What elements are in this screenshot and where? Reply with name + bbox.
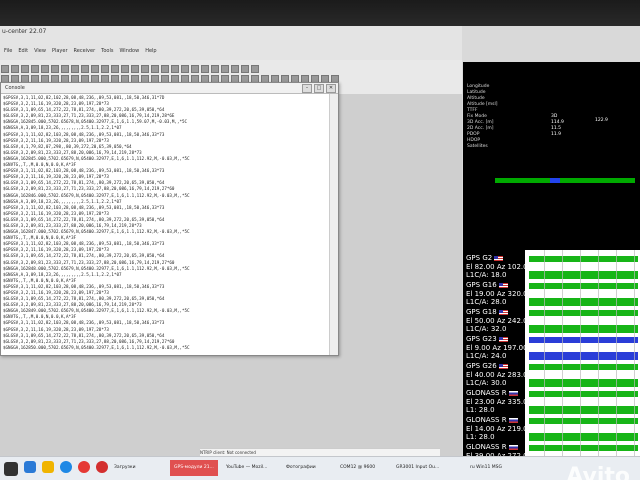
menu-edit[interactable]: Edit xyxy=(18,48,28,58)
ru-flag-icon xyxy=(508,417,518,423)
satellite-signal-text: L1: 28.0 xyxy=(466,406,495,414)
search-icon[interactable] xyxy=(24,461,36,473)
satellite-detail-text: El 14.00 Az 219.0 xyxy=(466,424,528,433)
avito-watermark: Avito xyxy=(566,464,630,480)
console-title-label: Console xyxy=(5,85,25,91)
extra-value: 122.9 xyxy=(595,118,608,123)
satellite-signal: L1C/A: 32.0 xyxy=(466,325,506,334)
satellite-name-text: GLONASS R xyxy=(466,443,507,451)
status-value: 11.9 xyxy=(551,132,562,137)
folder-icon[interactable] xyxy=(42,461,54,473)
menu-file[interactable]: File xyxy=(4,48,12,58)
satellite-name-text: GPS G26 xyxy=(466,362,497,370)
status-label: Altitude xyxy=(467,96,485,101)
status-label: 2D Acc. [m] xyxy=(467,126,494,131)
satellite-name-text: GPS G18 xyxy=(466,308,497,316)
menu-help[interactable]: Help xyxy=(145,48,156,58)
status-label: Altitude [msl] xyxy=(467,102,498,107)
console-scrollbar[interactable] xyxy=(329,94,338,355)
satellite-labels: GPS G2 El 82.00 Az 102.0 L1C/A: 18.0 GPS G1… xyxy=(463,250,528,480)
satellite-detail-text: El 50.00 Az 242.0 xyxy=(466,316,528,325)
satellite-name-text: GPS G23 xyxy=(466,335,497,343)
us-flag-icon xyxy=(498,363,508,369)
start-icon[interactable] xyxy=(4,462,18,476)
minimize-icon[interactable]: – xyxy=(302,84,312,93)
us-flag-icon xyxy=(498,282,508,288)
us-flag-icon xyxy=(498,309,508,315)
ucenter-app: u-center 22.07 File Edit View Player Rec… xyxy=(0,26,462,456)
satellite-signal: L1: 28.0 xyxy=(466,433,495,442)
status-label: PDOP xyxy=(467,132,480,137)
console-title: Console – □ ✕ xyxy=(1,83,338,94)
status-label: 3D Acc. [m] xyxy=(467,120,494,125)
menu-player[interactable]: Player xyxy=(52,48,68,58)
taskbar-com12[interactable]: COM12 @ 9600 xyxy=(340,460,375,476)
status-label: Fix Mode xyxy=(467,114,487,119)
console-line: $GNGGA,162850.000,5702.65679,N,05400.329… xyxy=(3,344,190,350)
satellite-name-text: GPS G16 xyxy=(466,281,497,289)
status-label: HDOP xyxy=(467,138,481,143)
menu-bar: File Edit View Player Receiver Tools Win… xyxy=(0,48,466,58)
satellite-detail-text: El 40.00 Az 283.0 xyxy=(466,370,528,379)
satellite-detail-text: El 82.00 Az 102.0 xyxy=(466,262,528,271)
satellite-signal-text: L1C/A: 28.0 xyxy=(466,298,507,306)
satellite-strength-bar xyxy=(495,178,635,183)
satellite-signal-text: L1: 28.0 xyxy=(466,433,495,441)
satellite-signal-text: L1C/A: 30.0 xyxy=(466,379,507,387)
satellite-signal: L1C/A: 18.0 xyxy=(466,271,506,280)
opera-icon[interactable] xyxy=(96,461,108,473)
satellite-name-text: GLONASS R xyxy=(466,389,507,397)
console-output: $GPGSV,3,1,11,02,82,102,28,08,48,236,,09… xyxy=(3,95,328,353)
menu-tools[interactable]: Tools xyxy=(101,48,113,58)
satellite-detail-text: El 19.00 Az 320.0 xyxy=(466,289,528,298)
status-label: Satellites xyxy=(467,144,488,149)
satellite-signal-text: L1C/A: 24.0 xyxy=(466,352,507,360)
us-flag-icon xyxy=(494,255,504,261)
status-row: Satellites xyxy=(467,144,488,150)
taskbar-gr3001[interactable]: GR3001 Input Ou... xyxy=(396,460,439,476)
ru-flag-icon xyxy=(508,390,518,396)
monitor-bezel xyxy=(0,0,640,28)
app-title: u-center 22.07 xyxy=(2,28,47,35)
close-icon[interactable]: ✕ xyxy=(326,84,336,93)
ru-flag-icon xyxy=(508,444,518,450)
taskbar-downloads[interactable]: Загрузки xyxy=(114,460,136,476)
satellite-signal-text: L1C/A: 18.0 xyxy=(466,271,507,279)
tray-text: ru Win11 MSG xyxy=(470,465,502,470)
status-label: TTFF xyxy=(467,108,478,113)
screen: u-center 22.07 File Edit View Player Rec… xyxy=(0,26,640,480)
status-panel: 122.9 Longitude Latitude Altitude Altitude … xyxy=(463,62,640,250)
edge-icon[interactable] xyxy=(60,461,72,473)
window-controls: – □ ✕ xyxy=(302,84,336,93)
satellite-name-text: GPS G2 xyxy=(466,254,493,262)
menu-receiver[interactable]: Receiver xyxy=(74,48,96,58)
menu-view[interactable]: View xyxy=(34,48,46,58)
satellite-signal: L1C/A: 30.0 xyxy=(466,379,506,388)
taskbar-youtube[interactable]: YouTube — Mozil... xyxy=(226,460,267,476)
us-flag-icon xyxy=(498,336,508,342)
taskbar: Загрузки GPS-модули 21... YouTube — Mozi… xyxy=(0,456,640,480)
status-label: Latitude xyxy=(467,90,486,95)
satellite-signal: L1: 28.0 xyxy=(466,406,495,415)
grid-lines xyxy=(527,250,640,480)
chrome-icon[interactable] xyxy=(78,461,90,473)
maximize-icon[interactable]: □ xyxy=(314,84,324,93)
satellite-signal: L1C/A: 24.0 xyxy=(466,352,506,361)
satellite-strength-bar-blue xyxy=(550,178,560,183)
satellite-signal-text: L1C/A: 32.0 xyxy=(466,325,507,333)
taskbar-photos[interactable]: Фотографии xyxy=(286,460,316,476)
console-window[interactable]: Console – □ ✕ $GPGSV,3,1,11,02,82,102,28… xyxy=(0,82,339,356)
ntrip-status: NTRIP client: Not connected xyxy=(200,450,256,455)
satellite-panel: GPS G2 El 82.00 Az 102.0 L1C/A: 18.0 GPS G1… xyxy=(463,250,640,480)
satellite-detail-text: El 9.00 Az 197.00 xyxy=(466,343,528,352)
taskbar-gps-modules[interactable]: GPS-модули 21... xyxy=(170,460,218,476)
menu-window[interactable]: Window xyxy=(119,48,139,58)
satellite-name-text: GLONASS R xyxy=(466,416,507,424)
status-label: Longitude xyxy=(467,84,490,89)
satellite-detail-text: El 23.00 Az 335.0 xyxy=(466,397,528,406)
satellite-signal: L1C/A: 28.0 xyxy=(466,298,506,307)
